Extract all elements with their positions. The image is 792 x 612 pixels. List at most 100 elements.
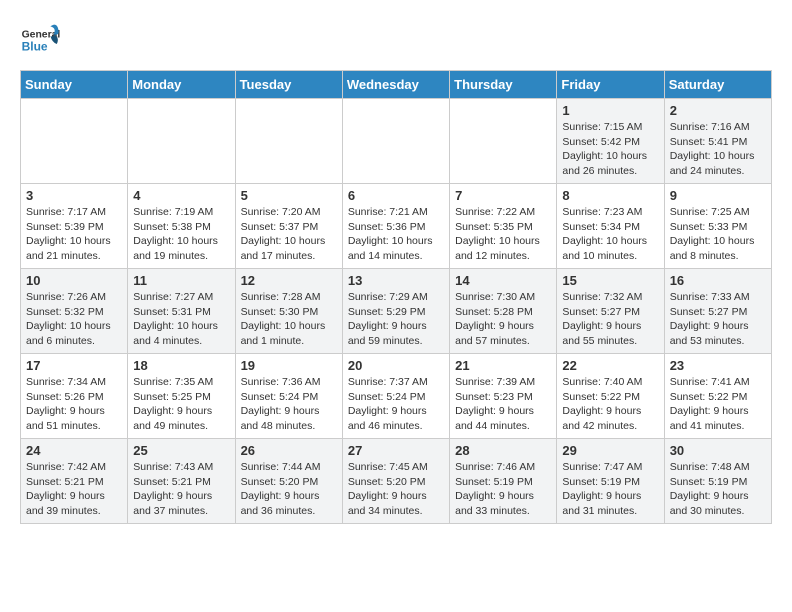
day-number: 8 xyxy=(562,188,658,203)
calendar-cell: 7 Sunrise: 7:22 AMSunset: 5:35 PMDaylight… xyxy=(450,184,557,269)
day-number: 3 xyxy=(26,188,122,203)
cell-content: Sunrise: 7:30 AMSunset: 5:28 PMDaylight:… xyxy=(455,290,551,349)
header-sunday: Sunday xyxy=(21,71,128,99)
calendar-table: SundayMondayTuesdayWednesdayThursdayFrid… xyxy=(20,70,772,524)
day-number: 20 xyxy=(348,358,444,373)
calendar-cell: 8Sunrise: 7:23 AMSunset: 5:34 PMDaylight… xyxy=(557,184,664,269)
calendar-cell: 26Sunrise: 7:44 AMSunset: 5:20 PMDayligh… xyxy=(235,439,342,524)
day-number: 16 xyxy=(670,273,766,288)
week-row-3: 10 Sunrise: 7:26 AMSunset: 5:32 PMDayligh… xyxy=(21,269,772,354)
calendar-cell: 25 Sunrise: 7:43 AMSunset: 5:21 PMDayligh… xyxy=(128,439,235,524)
calendar-cell: 19 Sunrise: 7:36 AMSunset: 5:24 PMDayligh… xyxy=(235,354,342,439)
day-number: 28 xyxy=(455,443,551,458)
calendar-cell: 5Sunrise: 7:20 AMSunset: 5:37 PMDaylight… xyxy=(235,184,342,269)
cell-content: Sunrise: 7:17 AMSunset: 5:39 PMDaylight:… xyxy=(26,205,122,264)
calendar-cell: 6 Sunrise: 7:21 AMSunset: 5:36 PMDaylight… xyxy=(342,184,449,269)
day-number: 21 xyxy=(455,358,551,373)
calendar-cell: 28 Sunrise: 7:46 AMSunset: 5:19 PMDayligh… xyxy=(450,439,557,524)
cell-content: Sunrise: 7:20 AMSunset: 5:37 PMDaylight:… xyxy=(241,205,337,264)
calendar-cell xyxy=(235,99,342,184)
header: General Blue xyxy=(20,20,772,60)
cell-content: Sunrise: 7:36 AMSunset: 5:24 PMDaylight:… xyxy=(241,375,337,434)
header-tuesday: Tuesday xyxy=(235,71,342,99)
calendar-cell xyxy=(342,99,449,184)
header-friday: Friday xyxy=(557,71,664,99)
day-number: 9 xyxy=(670,188,766,203)
calendar-cell: 24 Sunrise: 7:42 AMSunset: 5:21 PMDayligh… xyxy=(21,439,128,524)
cell-content: Sunrise: 7:32 AMSunset: 5:27 PMDaylight:… xyxy=(562,290,658,349)
cell-content: Sunrise: 7:46 AMSunset: 5:19 PMDaylight:… xyxy=(455,460,551,519)
day-number: 25 xyxy=(133,443,229,458)
calendar-cell: 11Sunrise: 7:27 AMSunset: 5:31 PMDayligh… xyxy=(128,269,235,354)
calendar-cell: 3 Sunrise: 7:17 AMSunset: 5:39 PMDaylight… xyxy=(21,184,128,269)
day-number: 18 xyxy=(133,358,229,373)
calendar-cell: 12 Sunrise: 7:28 AMSunset: 5:30 PMDayligh… xyxy=(235,269,342,354)
cell-content: Sunrise: 7:34 AMSunset: 5:26 PMDaylight:… xyxy=(26,375,122,434)
calendar-cell: 10 Sunrise: 7:26 AMSunset: 5:32 PMDayligh… xyxy=(21,269,128,354)
day-number: 6 xyxy=(348,188,444,203)
day-number: 19 xyxy=(241,358,337,373)
cell-content: Sunrise: 7:39 AMSunset: 5:23 PMDaylight:… xyxy=(455,375,551,434)
day-number: 22 xyxy=(562,358,658,373)
day-number: 24 xyxy=(26,443,122,458)
calendar-cell: 15Sunrise: 7:32 AMSunset: 5:27 PMDayligh… xyxy=(557,269,664,354)
calendar-cell xyxy=(21,99,128,184)
logo: General Blue xyxy=(20,20,64,60)
cell-content: Sunrise: 7:41 AMSunset: 5:22 PMDaylight:… xyxy=(670,375,766,434)
day-number: 29 xyxy=(562,443,658,458)
calendar-cell: 14 Sunrise: 7:30 AMSunset: 5:28 PMDayligh… xyxy=(450,269,557,354)
calendar-cell: 2 Sunrise: 7:16 AMSunset: 5:41 PMDaylight… xyxy=(664,99,771,184)
calendar-cell: 13 Sunrise: 7:29 AMSunset: 5:29 PMDayligh… xyxy=(342,269,449,354)
calendar-cell: 23 Sunrise: 7:41 AMSunset: 5:22 PMDayligh… xyxy=(664,354,771,439)
calendar-cell: 18Sunrise: 7:35 AMSunset: 5:25 PMDayligh… xyxy=(128,354,235,439)
day-number: 12 xyxy=(241,273,337,288)
day-number: 23 xyxy=(670,358,766,373)
cell-content: Sunrise: 7:19 AMSunset: 5:38 PMDaylight:… xyxy=(133,205,229,264)
calendar-cell: 27 Sunrise: 7:45 AMSunset: 5:20 PMDayligh… xyxy=(342,439,449,524)
week-row-5: 24 Sunrise: 7:42 AMSunset: 5:21 PMDayligh… xyxy=(21,439,772,524)
calendar-cell: 22 Sunrise: 7:40 AMSunset: 5:22 PMDayligh… xyxy=(557,354,664,439)
cell-content: Sunrise: 7:22 AMSunset: 5:35 PMDaylight:… xyxy=(455,205,551,264)
cell-content: Sunrise: 7:21 AMSunset: 5:36 PMDaylight:… xyxy=(348,205,444,264)
day-number: 17 xyxy=(26,358,122,373)
calendar-cell: 4Sunrise: 7:19 AMSunset: 5:38 PMDaylight… xyxy=(128,184,235,269)
calendar-cell: 17 Sunrise: 7:34 AMSunset: 5:26 PMDayligh… xyxy=(21,354,128,439)
calendar-cell xyxy=(450,99,557,184)
cell-content: Sunrise: 7:16 AMSunset: 5:41 PMDaylight:… xyxy=(670,120,766,179)
day-number: 14 xyxy=(455,273,551,288)
cell-content: Sunrise: 7:40 AMSunset: 5:22 PMDaylight:… xyxy=(562,375,658,434)
cell-content: Sunrise: 7:27 AMSunset: 5:31 PMDaylight:… xyxy=(133,290,229,349)
day-number: 1 xyxy=(562,103,658,118)
day-number: 10 xyxy=(26,273,122,288)
cell-content: Sunrise: 7:42 AMSunset: 5:21 PMDaylight:… xyxy=(26,460,122,519)
header-thursday: Thursday xyxy=(450,71,557,99)
cell-content: Sunrise: 7:15 AMSunset: 5:42 PMDaylight:… xyxy=(562,120,658,179)
calendar-cell: 30 Sunrise: 7:48 AMSunset: 5:19 PMDayligh… xyxy=(664,439,771,524)
cell-content: Sunrise: 7:29 AMSunset: 5:29 PMDaylight:… xyxy=(348,290,444,349)
cell-content: Sunrise: 7:28 AMSunset: 5:30 PMDaylight:… xyxy=(241,290,337,349)
cell-content: Sunrise: 7:43 AMSunset: 5:21 PMDaylight:… xyxy=(133,460,229,519)
cell-content: Sunrise: 7:26 AMSunset: 5:32 PMDaylight:… xyxy=(26,290,122,349)
cell-content: Sunrise: 7:48 AMSunset: 5:19 PMDaylight:… xyxy=(670,460,766,519)
calendar-cell: 21 Sunrise: 7:39 AMSunset: 5:23 PMDayligh… xyxy=(450,354,557,439)
header-monday: Monday xyxy=(128,71,235,99)
calendar-cell: 29 Sunrise: 7:47 AMSunset: 5:19 PMDayligh… xyxy=(557,439,664,524)
day-number: 13 xyxy=(348,273,444,288)
day-number: 2 xyxy=(670,103,766,118)
cell-content: Sunrise: 7:47 AMSunset: 5:19 PMDaylight:… xyxy=(562,460,658,519)
cell-content: Sunrise: 7:45 AMSunset: 5:20 PMDaylight:… xyxy=(348,460,444,519)
day-number: 7 xyxy=(455,188,551,203)
calendar-cell: 9Sunrise: 7:25 AMSunset: 5:33 PMDaylight… xyxy=(664,184,771,269)
cell-content: Sunrise: 7:37 AMSunset: 5:24 PMDaylight:… xyxy=(348,375,444,434)
header-row: SundayMondayTuesdayWednesdayThursdayFrid… xyxy=(21,71,772,99)
week-row-2: 3 Sunrise: 7:17 AMSunset: 5:39 PMDaylight… xyxy=(21,184,772,269)
day-number: 27 xyxy=(348,443,444,458)
day-number: 30 xyxy=(670,443,766,458)
calendar-cell: 16 Sunrise: 7:33 AMSunset: 5:27 PMDayligh… xyxy=(664,269,771,354)
svg-text:Blue: Blue xyxy=(22,39,48,53)
calendar-cell: 1 Sunrise: 7:15 AMSunset: 5:42 PMDaylight… xyxy=(557,99,664,184)
header-wednesday: Wednesday xyxy=(342,71,449,99)
calendar-cell xyxy=(128,99,235,184)
week-row-4: 17 Sunrise: 7:34 AMSunset: 5:26 PMDayligh… xyxy=(21,354,772,439)
cell-content: Sunrise: 7:33 AMSunset: 5:27 PMDaylight:… xyxy=(670,290,766,349)
